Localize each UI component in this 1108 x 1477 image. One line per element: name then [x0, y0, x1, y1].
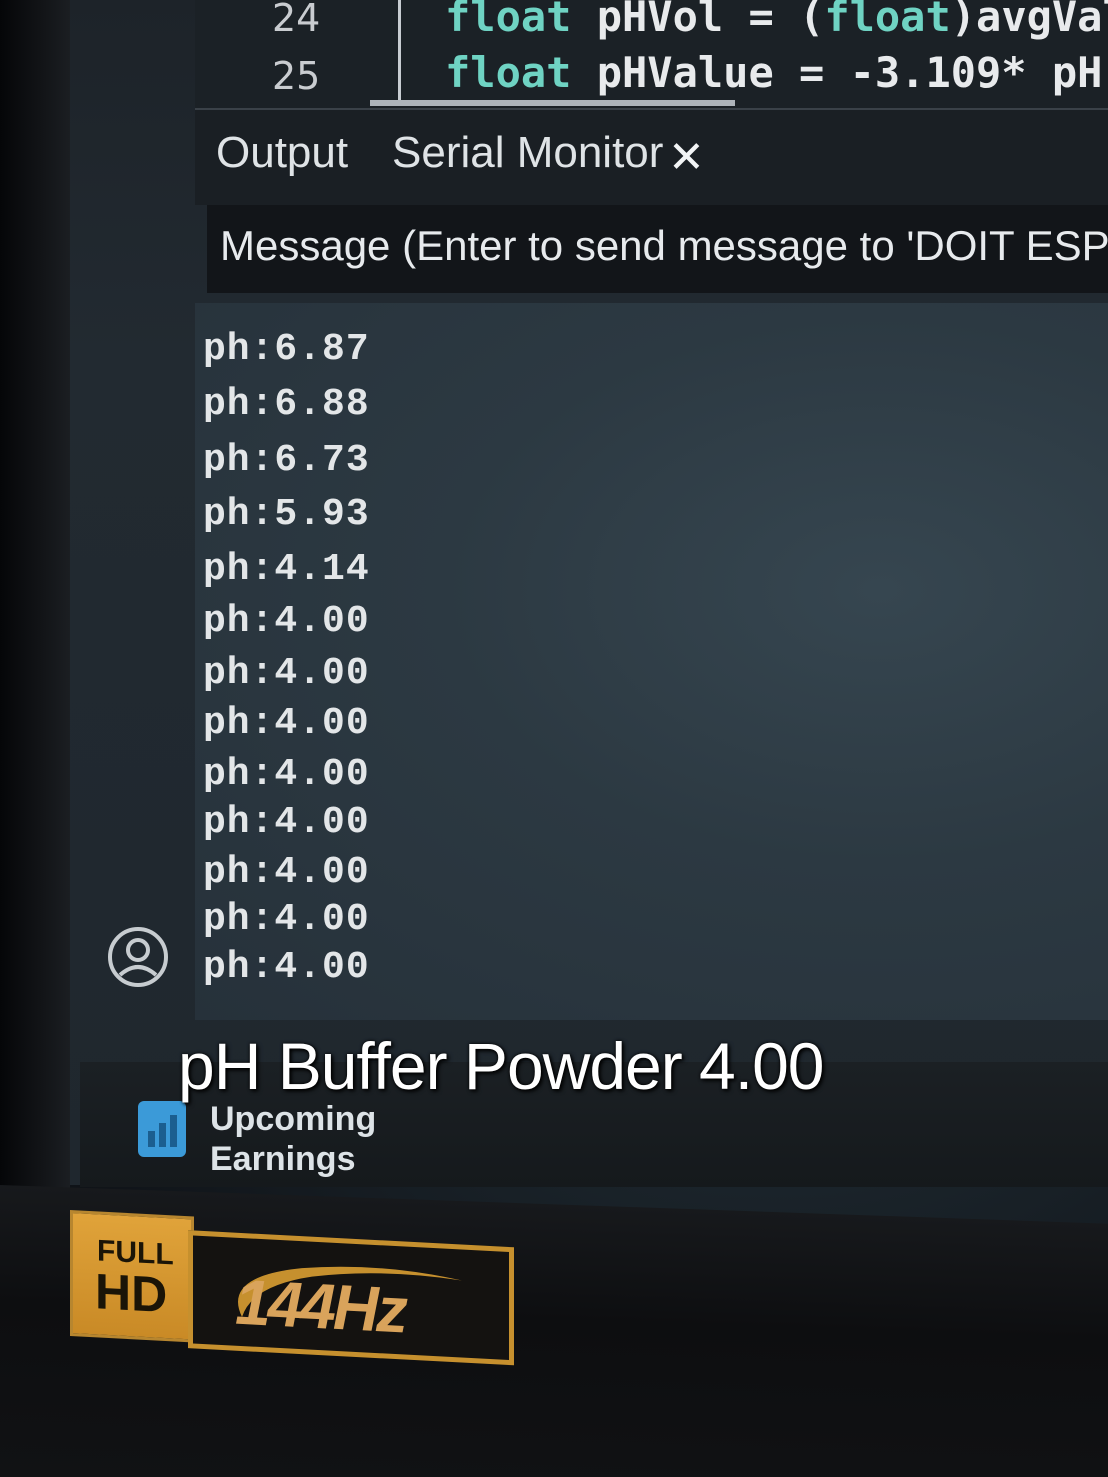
serial-output-line: ph:4.00 — [203, 851, 370, 894]
widget-title-line2[interactable]: Earnings — [210, 1140, 355, 1179]
serial-output-line: ph:4.00 — [203, 801, 370, 844]
tab-output[interactable]: Output — [216, 128, 348, 178]
serial-output-line: ph:6.73 — [203, 439, 370, 482]
video-caption: pH Buffer Powder 4.00 — [178, 1029, 825, 1103]
earnings-chart-icon[interactable] — [136, 1097, 188, 1159]
line-number: 25 — [272, 54, 321, 98]
code-keyword: float — [824, 0, 951, 41]
code-text: pHVol = ( — [571, 0, 825, 41]
code-text: )avgVal — [950, 0, 1108, 41]
serial-output-line: ph:4.00 — [203, 702, 370, 745]
code-keyword: float — [445, 0, 572, 41]
serial-output-line: ph:4.00 — [203, 600, 370, 643]
serial-output-line: ph:4.00 — [203, 753, 370, 796]
serial-output-line: ph:4.00 — [203, 652, 370, 695]
badge-full-hd-panel: FULL HD — [70, 1210, 194, 1343]
code-line[interactable]: float pHValue = -3.109* pH — [445, 48, 1102, 97]
code-line[interactable]: float pHVol = (float)avgVal — [445, 0, 1108, 41]
code-keyword: float — [445, 48, 572, 97]
serial-output-line: ph:4.00 — [203, 946, 370, 989]
serial-output-line: ph:4.00 — [203, 898, 370, 941]
close-icon[interactable]: ✕ — [668, 132, 705, 183]
serial-output-line: ph:6.87 — [203, 328, 370, 371]
full-hd-144hz-badge: FULL HD 144Hz — [70, 1210, 514, 1381]
widget-title-line1[interactable]: Upcoming — [210, 1100, 376, 1139]
monitor-photo: 24 float pHVol = (float)avgVal 25 float … — [0, 0, 1108, 1477]
gutter-divider — [398, 0, 401, 100]
message-input-placeholder: Message (Enter to send message to 'DOIT … — [220, 222, 1108, 269]
code-text: pHValue = -3.109* pH — [571, 48, 1103, 97]
account-circle-icon[interactable] — [106, 925, 170, 989]
serial-output-line: ph:5.93 — [203, 493, 370, 536]
serial-output-line: ph:4.14 — [203, 548, 370, 591]
line-number: 24 — [272, 0, 321, 40]
tab-serial-monitor[interactable]: Serial Monitor — [392, 128, 663, 178]
editor-scrollbar[interactable] — [370, 100, 735, 106]
badge-hd-text: HD — [95, 1263, 168, 1324]
serial-output-line: ph:6.88 — [203, 383, 370, 426]
badge-refresh-text: 144Hz — [235, 1265, 405, 1347]
